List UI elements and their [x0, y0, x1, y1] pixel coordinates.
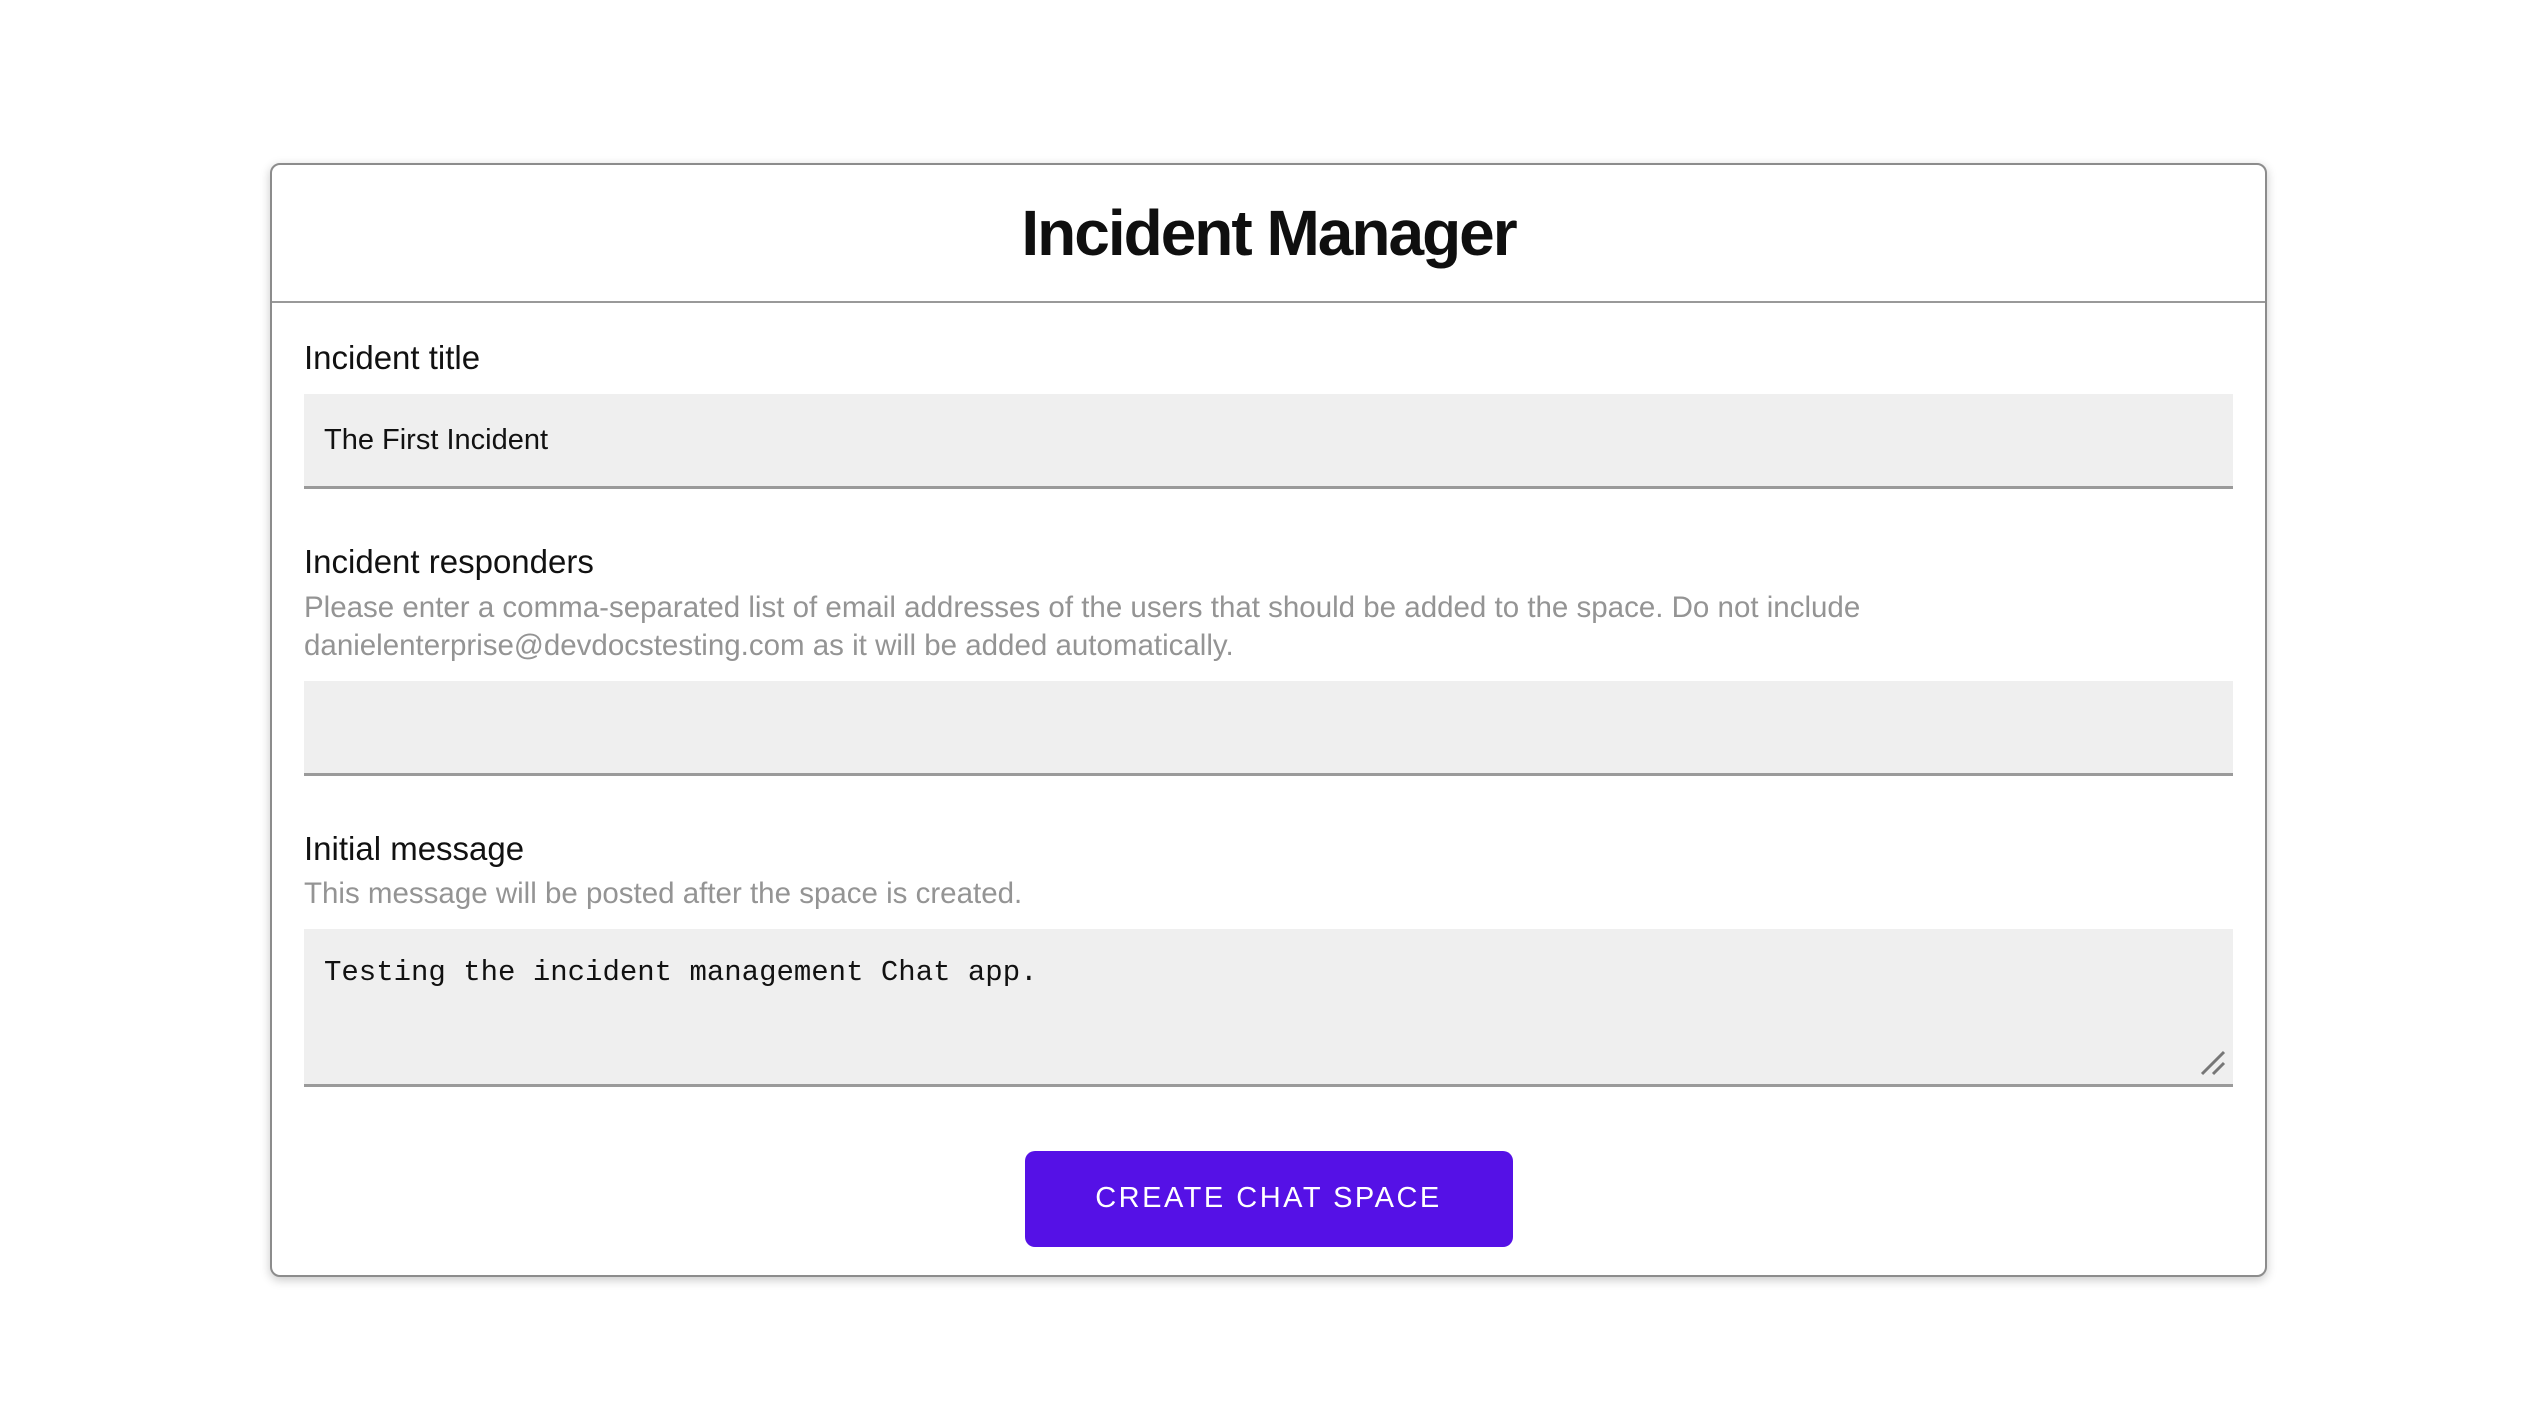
- incident-title-input[interactable]: [304, 394, 2233, 490]
- page-title: Incident Manager: [1021, 197, 1517, 269]
- incident-title-section: Incident title: [304, 337, 2233, 490]
- initial-message-description: This message will be posted after the sp…: [304, 876, 1023, 910]
- incident-form: Incident title Incident responders Pleas…: [272, 303, 2265, 1247]
- incident-responders-section: Incident responders Please enter a comma…: [304, 541, 2233, 776]
- card-header: Incident Manager: [272, 165, 2265, 303]
- button-row: CREATE CHAT SPACE: [304, 1150, 2233, 1247]
- incident-title-label: Incident title: [304, 339, 481, 376]
- incident-responders-input[interactable]: [304, 680, 2233, 776]
- initial-message-textarea-wrap: Testing the incident management Chat app…: [304, 928, 2233, 1087]
- create-chat-space-button[interactable]: CREATE CHAT SPACE: [1024, 1150, 1513, 1247]
- incident-responders-description: Please enter a comma-separated list of e…: [304, 590, 1861, 662]
- initial-message-label: Initial message: [304, 829, 525, 867]
- incident-responders-label: Incident responders: [304, 543, 594, 581]
- initial-message-section: Initial message This message will be pos…: [304, 828, 2233, 1087]
- initial-message-textarea[interactable]: Testing the incident management Chat app…: [304, 928, 2233, 1087]
- incident-manager-card: Incident Manager Incident title Incident…: [270, 163, 2267, 1277]
